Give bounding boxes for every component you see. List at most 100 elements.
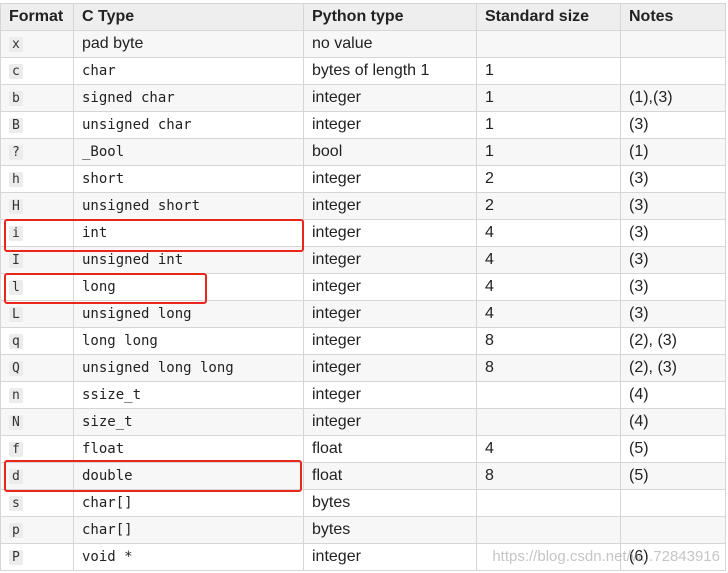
format-code: H	[9, 199, 23, 214]
format-code: p	[9, 523, 23, 538]
format-code: f	[9, 442, 23, 457]
table-header-row: Format C Type Python type Standard size …	[0, 3, 726, 31]
cell-c-type: float	[73, 435, 304, 463]
cell-standard-size: 1	[476, 57, 621, 85]
cell-standard-size: 1	[476, 138, 621, 166]
cell-standard-size: 1	[476, 111, 621, 139]
cell-python-type: integer	[303, 408, 477, 436]
cell-standard-size	[476, 381, 621, 409]
cell-format: s	[0, 489, 74, 517]
format-code: Q	[9, 361, 23, 376]
cell-standard-size: 8	[476, 327, 621, 355]
format-code: L	[9, 307, 23, 322]
format-code: i	[9, 226, 23, 241]
format-code: l	[9, 280, 23, 295]
format-code: x	[9, 37, 23, 52]
table-row: Iunsigned int integer 4 (3)	[0, 246, 726, 274]
cell-c-type: short	[73, 165, 304, 193]
cell-format: x	[0, 30, 74, 58]
cell-format: q	[0, 327, 74, 355]
cell-python-type: integer	[303, 219, 477, 247]
cell-format: n	[0, 381, 74, 409]
table-row: Nsize_t integer (4)	[0, 408, 726, 436]
cell-python-type: integer	[303, 381, 477, 409]
cell-python-type: float	[303, 435, 477, 463]
format-code: N	[9, 415, 23, 430]
table-row: h short integer 2 (3)	[0, 165, 726, 193]
cell-standard-size	[476, 30, 621, 58]
watermark-text: https://blog.csdn.net/w...72843916	[492, 548, 720, 565]
cell-format: ?	[0, 138, 74, 166]
table-row: b signed char integer 1 (1),(3)	[0, 84, 726, 112]
table-row: ? _Bool bool 1 (1)	[0, 138, 726, 166]
cell-python-type: bytes of length 1	[303, 57, 477, 85]
cell-python-type: integer	[303, 300, 477, 328]
cell-notes: (1)	[620, 138, 726, 166]
cell-c-type: void *	[73, 543, 304, 571]
cell-standard-size: 4	[476, 273, 621, 301]
table-row: Bunsigned char integer 1 (3)	[0, 111, 726, 139]
cell-notes: (2), (3)	[620, 354, 726, 382]
format-code: s	[9, 496, 23, 511]
cell-c-type: size_t	[73, 408, 304, 436]
cell-format: h	[0, 165, 74, 193]
cell-format: I	[0, 246, 74, 274]
table-row: d double float 8 (5)	[0, 462, 726, 490]
cell-notes: (3)	[620, 246, 726, 274]
cell-c-type: _Bool	[73, 138, 304, 166]
format-code: d	[9, 469, 23, 484]
cell-c-type: double	[73, 462, 304, 490]
cell-python-type: integer	[303, 111, 477, 139]
cell-notes: (4)	[620, 381, 726, 409]
cell-standard-size: 2	[476, 165, 621, 193]
table-row: l long integer 4 (3)	[0, 273, 726, 301]
cell-c-type: char[]	[73, 516, 304, 544]
cell-notes	[620, 57, 726, 85]
cell-notes: (3)	[620, 192, 726, 220]
struct-format-table: Format C Type Python type Standard size …	[0, 3, 726, 571]
cell-c-type: unsigned char	[73, 111, 304, 139]
cell-notes	[620, 516, 726, 544]
cell-format: L	[0, 300, 74, 328]
cell-format: H	[0, 192, 74, 220]
format-table-container: Format C Type Python type Standard size …	[0, 3, 726, 571]
cell-c-type: char[]	[73, 489, 304, 517]
cell-python-type: integer	[303, 354, 477, 382]
cell-format: c	[0, 57, 74, 85]
cell-python-type: bytes	[303, 516, 477, 544]
cell-standard-size: 4	[476, 219, 621, 247]
cell-format: b	[0, 84, 74, 112]
cell-notes: (4)	[620, 408, 726, 436]
cell-python-type: integer	[303, 192, 477, 220]
cell-python-type: integer	[303, 543, 477, 571]
cell-standard-size: 8	[476, 354, 621, 382]
table-row: Qunsigned long long integer 8 (2), (3)	[0, 354, 726, 382]
cell-c-type: unsigned long	[73, 300, 304, 328]
cell-python-type: integer	[303, 165, 477, 193]
cell-standard-size	[476, 516, 621, 544]
cell-c-type: long long	[73, 327, 304, 355]
cell-c-type: unsigned long long	[73, 354, 304, 382]
cell-standard-size: 8	[476, 462, 621, 490]
table-row: x pad byte no value	[0, 30, 726, 58]
header-python-type: Python type	[303, 3, 477, 31]
cell-python-type: bytes	[303, 489, 477, 517]
cell-c-type: signed char	[73, 84, 304, 112]
cell-python-type: no value	[303, 30, 477, 58]
format-code: c	[9, 64, 23, 79]
cell-notes	[620, 30, 726, 58]
table-row: c char bytes of length 11	[0, 57, 726, 85]
table-row: q long long integer 8 (2), (3)	[0, 327, 726, 355]
cell-python-type: bool	[303, 138, 477, 166]
table-row: Hunsigned short integer 2 (3)	[0, 192, 726, 220]
cell-standard-size: 1	[476, 84, 621, 112]
format-code: n	[9, 388, 23, 403]
format-code: I	[9, 253, 23, 268]
cell-python-type: integer	[303, 84, 477, 112]
cell-c-type: pad byte	[73, 30, 304, 58]
table-row: p char[] bytes	[0, 516, 726, 544]
cell-standard-size: 4	[476, 300, 621, 328]
cell-notes: (1),(3)	[620, 84, 726, 112]
header-standard-size: Standard size	[476, 3, 621, 31]
cell-notes: (3)	[620, 165, 726, 193]
